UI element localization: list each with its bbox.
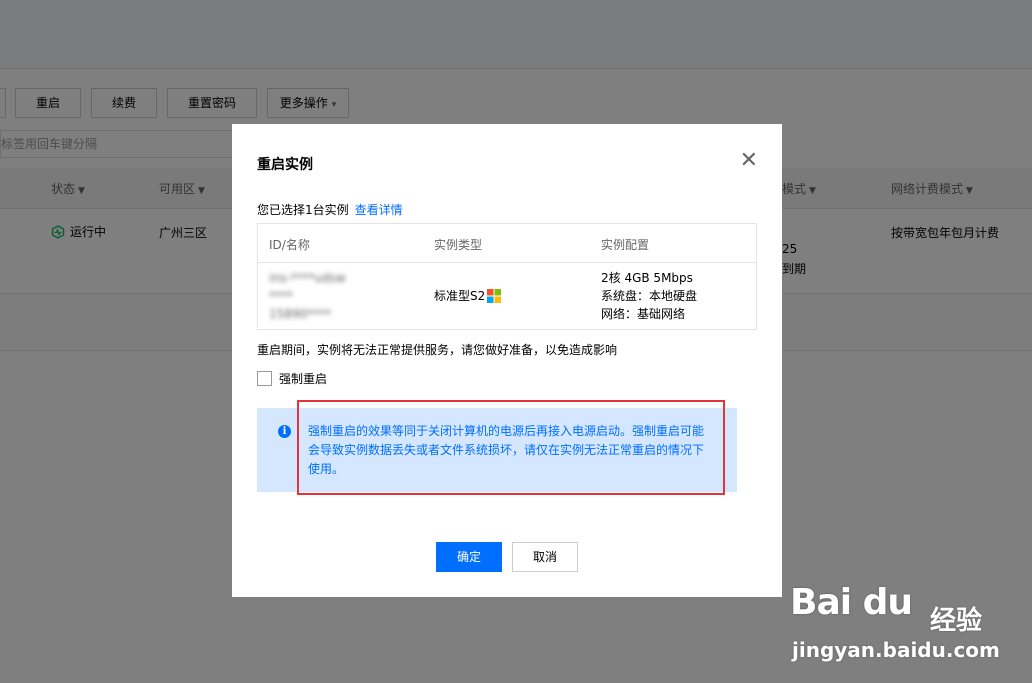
dialog-title: 重启实例 — [257, 157, 313, 173]
instance-extra: 15890**** — [269, 307, 332, 321]
instance-table-header: ID/名称 实例类型 实例配置 — [258, 224, 756, 263]
selected-count-text: 您已选择1台实例 — [257, 203, 349, 217]
info-icon: i — [278, 425, 291, 438]
watermark-logo: Bai du — [790, 582, 913, 623]
config-line-2: 系统盘：本地硬盘 — [601, 289, 698, 303]
col-instance-config: 实例配置 — [601, 238, 650, 252]
watermark-text: 经验 — [930, 606, 983, 636]
instance-id: ins-****udsw — [269, 271, 346, 285]
windows-icon — [487, 289, 502, 303]
force-reboot-option[interactable]: 强制重启 — [257, 370, 327, 387]
instance-table: ID/名称 实例类型 实例配置 ins-****udsw **** 15890*… — [257, 223, 757, 330]
watermark: Bai du 经验 jingyan.baidu.com — [790, 572, 1030, 682]
instance-name: **** — [269, 289, 293, 303]
selected-summary: 您已选择1台实例 查看详情 — [257, 201, 403, 218]
close-icon[interactable]: ✕ — [740, 150, 758, 172]
reboot-notice: 重启期间，实例将无法正常提供服务，请您做好准备，以免造成影响 — [257, 343, 618, 357]
confirm-button[interactable]: 确定 — [436, 542, 502, 572]
cancel-button[interactable]: 取消 — [512, 542, 578, 572]
reboot-instance-dialog: 重启实例 ✕ 您已选择1台实例 查看详情 ID/名称 实例类型 实例配置 ins-… — [232, 124, 782, 597]
config-line-1: 2核 4GB 5Mbps — [601, 271, 693, 285]
instance-type: 标准型S2 — [434, 289, 486, 303]
force-reboot-label: 强制重启 — [279, 372, 328, 386]
col-instance-type: 实例类型 — [434, 238, 483, 252]
force-reboot-checkbox[interactable] — [257, 371, 272, 386]
highlight-box — [297, 400, 725, 495]
col-id-name: ID/名称 — [269, 238, 310, 252]
watermark-url: jingyan.baidu.com — [792, 638, 1000, 662]
config-line-3: 网络：基础网络 — [601, 307, 686, 321]
instance-type-cell: 标准型S2 — [434, 287, 502, 305]
view-details-link[interactable]: 查看详情 — [355, 203, 403, 217]
